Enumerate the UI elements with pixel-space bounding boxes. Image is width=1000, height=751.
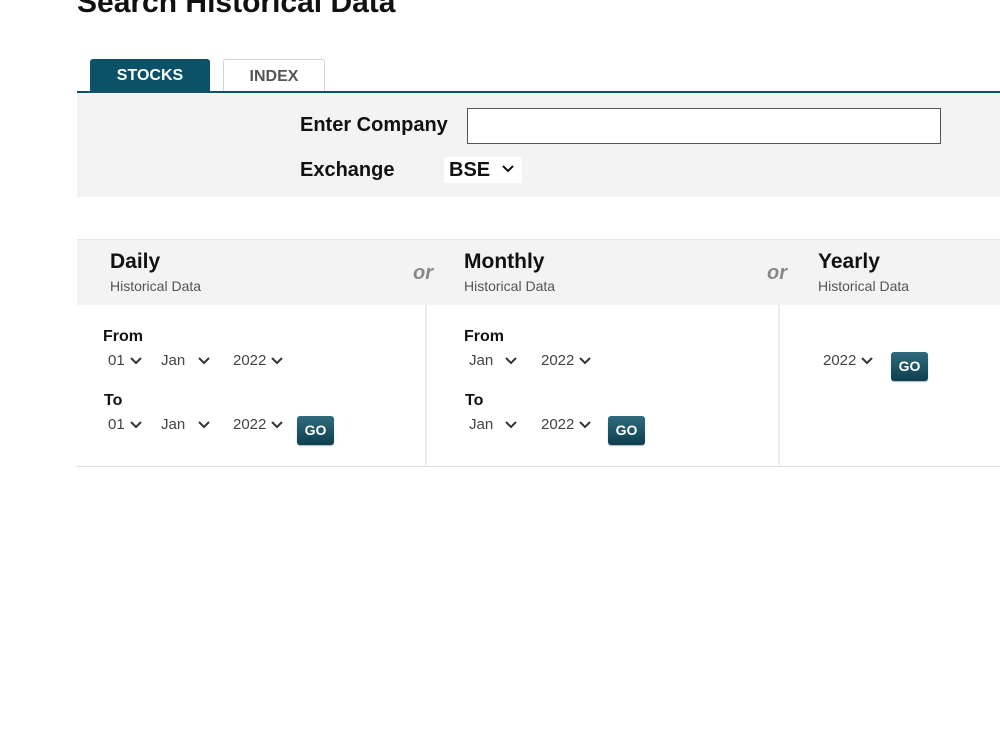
monthly-go-button[interactable]: GO — [608, 416, 645, 445]
chevron-down-icon — [579, 421, 591, 429]
select-value: 2022 — [541, 352, 575, 369]
daily-from-day-select[interactable]: 01 — [108, 350, 148, 372]
daily-from-month-select[interactable]: Jan — [161, 350, 217, 372]
daily-go-button[interactable]: GO — [297, 416, 334, 445]
monthly-from-label: From — [464, 328, 504, 345]
monthly-to-label: To — [465, 392, 484, 409]
or-separator: or — [767, 262, 787, 284]
select-value: 2022 — [233, 352, 267, 369]
chevron-down-icon — [198, 421, 210, 429]
yearly-go-button[interactable]: GO — [891, 352, 928, 381]
daily-to-month-select[interactable]: Jan — [161, 414, 217, 436]
column-divider — [778, 305, 780, 465]
monthly-subtitle: Historical Data — [464, 278, 556, 294]
daily-to-label: To — [104, 392, 123, 409]
yearly-subtitle: Historical Data — [818, 278, 910, 294]
chevron-down-icon — [579, 357, 591, 365]
select-value: Jan — [469, 352, 494, 369]
select-value: 01 — [108, 352, 125, 369]
exchange-value: BSE — [449, 159, 491, 181]
monthly-to-year-select[interactable]: 2022 — [541, 414, 596, 436]
historical-data-section: or or Daily Historical Data From 01 Jan … — [77, 239, 1000, 467]
select-value: Jan — [161, 416, 186, 433]
daily-from-label: From — [103, 328, 143, 345]
page-title: Search Historical Data — [77, 0, 396, 19]
select-value: 2022 — [541, 416, 575, 433]
chevron-down-icon — [130, 421, 142, 429]
chevron-down-icon — [198, 357, 210, 365]
chevron-down-icon — [130, 357, 142, 365]
chevron-down-icon — [271, 357, 283, 365]
chevron-down-icon — [505, 357, 517, 365]
monthly-title: Monthly — [464, 250, 545, 273]
yearly-year-select[interactable]: 2022 — [823, 350, 878, 372]
exchange-label: Exchange — [300, 159, 395, 181]
monthly-from-year-select[interactable]: 2022 — [541, 350, 596, 372]
tab-index[interactable]: INDEX — [223, 59, 325, 91]
select-value: 2022 — [233, 416, 267, 433]
yearly-title: Yearly — [818, 250, 880, 273]
chevron-down-icon — [505, 421, 517, 429]
or-separator: or — [413, 262, 433, 284]
daily-to-day-select[interactable]: 01 — [108, 414, 148, 436]
chevron-down-icon — [861, 357, 873, 365]
tab-stocks[interactable]: STOCKS — [90, 59, 210, 91]
exchange-select[interactable]: BSE — [444, 157, 522, 183]
page: Search Historical Data STOCKS INDEX Ente… — [0, 0, 1000, 751]
select-value: 01 — [108, 416, 125, 433]
chevron-down-icon — [271, 421, 283, 429]
monthly-from-month-select[interactable]: Jan — [469, 350, 525, 372]
monthly-to-month-select[interactable]: Jan — [469, 414, 525, 436]
search-panel: Enter Company Exchange BSE — [77, 93, 1000, 197]
column-divider — [425, 305, 427, 465]
chevron-down-icon — [502, 165, 514, 173]
daily-title: Daily — [110, 250, 161, 273]
select-value: Jan — [161, 352, 186, 369]
select-value: 2022 — [823, 352, 857, 369]
daily-subtitle: Historical Data — [110, 278, 202, 294]
daily-from-year-select[interactable]: 2022 — [233, 350, 288, 372]
daily-to-year-select[interactable]: 2022 — [233, 414, 288, 436]
company-label: Enter Company — [300, 114, 448, 136]
company-input[interactable] — [467, 108, 941, 144]
select-value: Jan — [469, 416, 494, 433]
